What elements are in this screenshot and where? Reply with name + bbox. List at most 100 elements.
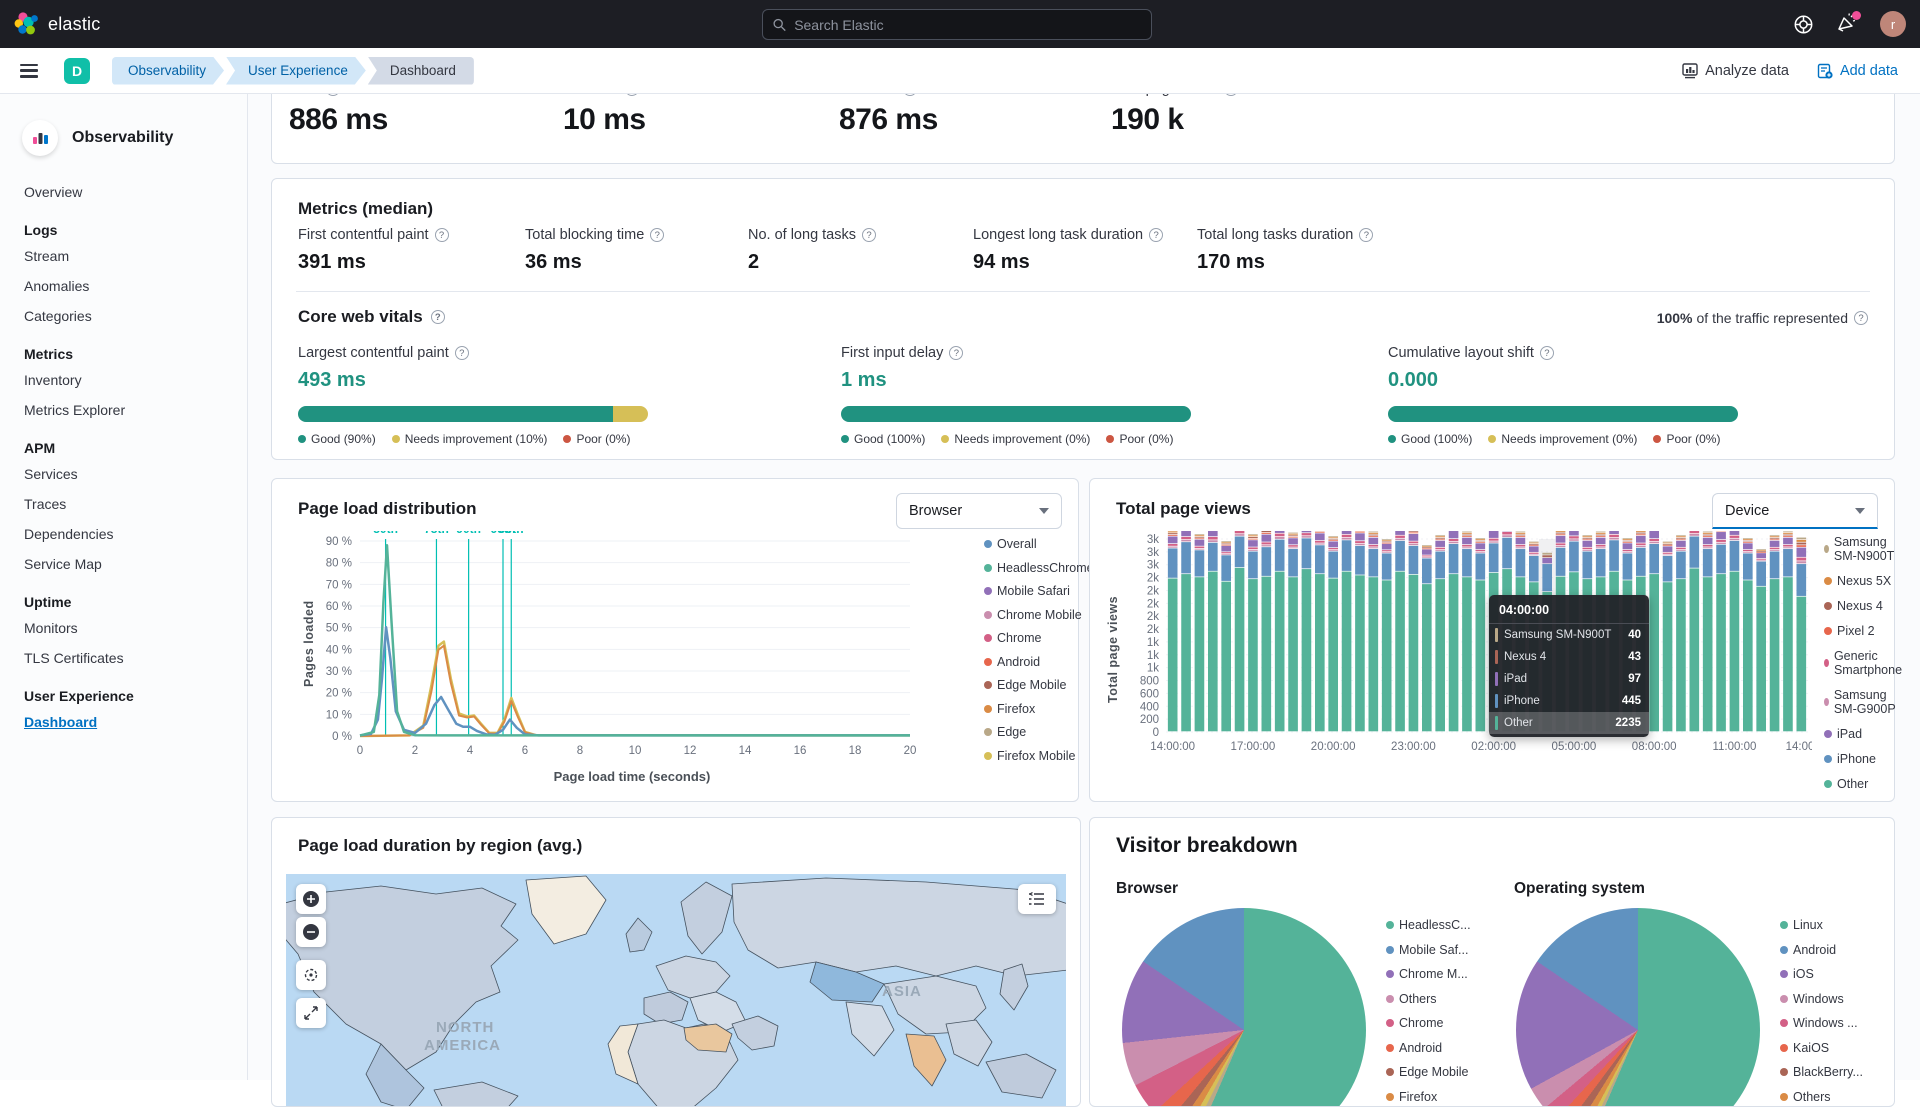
sidebar-item-overview[interactable]: Overview bbox=[24, 184, 247, 200]
map-expand-button[interactable] bbox=[296, 998, 326, 1028]
legend-item[interactable]: Edge Mobile bbox=[1386, 1065, 1471, 1079]
sidebar-item-stream[interactable]: Stream bbox=[24, 248, 247, 264]
legend-item[interactable]: Pixel 2 bbox=[1824, 624, 1905, 638]
elastic-logo[interactable]: elastic bbox=[0, 11, 100, 37]
sidebar-item-service-map[interactable]: Service Map bbox=[24, 556, 247, 572]
legend-item[interactable]: Samsung SM-N900T bbox=[1824, 535, 1905, 563]
legend-item[interactable]: iOS bbox=[1780, 967, 1863, 981]
breakdown-select-device[interactable]: Device bbox=[1712, 493, 1878, 529]
map-locate-button[interactable] bbox=[296, 960, 326, 990]
legend-item[interactable]: Windows bbox=[1780, 992, 1863, 1006]
sidebar-item-dependencies[interactable]: Dependencies bbox=[24, 526, 247, 542]
legend-item[interactable]: Firefox Mobile bbox=[984, 749, 1094, 763]
help-icon[interactable] bbox=[1792, 13, 1814, 35]
info-icon[interactable]: ? bbox=[1359, 228, 1373, 242]
bar-segment bbox=[1649, 531, 1659, 538]
bar-segment bbox=[1435, 539, 1445, 540]
info-icon[interactable]: ? bbox=[1540, 346, 1554, 360]
legend-item[interactable]: Linux bbox=[1780, 918, 1863, 932]
legend-item[interactable]: Others bbox=[1386, 992, 1471, 1006]
world-map[interactable]: NORTH AMERICA ASIA bbox=[286, 874, 1066, 1106]
sidebar-item-traces[interactable]: Traces bbox=[24, 496, 247, 512]
sidebar-item-metrics-explorer[interactable]: Metrics Explorer bbox=[24, 402, 247, 418]
legend-item[interactable]: Generic Smartphone bbox=[1824, 649, 1905, 677]
info-icon[interactable]: ? bbox=[455, 346, 469, 360]
info-icon[interactable]: ? bbox=[435, 228, 449, 242]
user-avatar[interactable]: r bbox=[1880, 11, 1906, 37]
vital-value: 0.000 bbox=[1388, 369, 1738, 392]
search-input[interactable] bbox=[794, 17, 1141, 33]
vital-bar bbox=[1388, 406, 1738, 422]
legend-item[interactable]: Samsung SM-G900P bbox=[1824, 688, 1905, 716]
analyze-data-button[interactable]: Analyze data bbox=[1682, 63, 1789, 79]
info-icon[interactable]: ? bbox=[949, 346, 963, 360]
legend-item[interactable]: Mobile Saf... bbox=[1386, 943, 1471, 957]
sidebar-item-anomalies[interactable]: Anomalies bbox=[24, 278, 247, 294]
bar-segment bbox=[1529, 543, 1539, 544]
tooltip-row: iPad97 bbox=[1489, 668, 1649, 690]
sidebar-item-tls-certificates[interactable]: TLS Certificates bbox=[24, 650, 247, 666]
info-icon[interactable]: ? bbox=[1854, 311, 1868, 325]
distribution-chart[interactable]: 0 %10 %20 %30 %40 %50 %60 %70 %80 %90 %0… bbox=[316, 531, 996, 761]
sidebar-item-dashboard[interactable]: Dashboard bbox=[24, 714, 247, 730]
legend-item[interactable]: Chrome bbox=[984, 631, 1094, 645]
map-zoom-in-button[interactable] bbox=[296, 884, 326, 914]
legend-item[interactable]: HeadlessC... bbox=[1386, 918, 1471, 932]
legend-item[interactable]: Nexus 5X bbox=[1824, 574, 1905, 588]
add-data-button[interactable]: Add data bbox=[1817, 63, 1898, 79]
map-layers-button[interactable] bbox=[1018, 884, 1056, 914]
bar-segment bbox=[1248, 550, 1258, 551]
legend-item[interactable]: Chrome Mobile bbox=[984, 608, 1094, 622]
legend-item[interactable]: Android bbox=[984, 655, 1094, 669]
legend-item[interactable]: Windows ... bbox=[1780, 1016, 1863, 1030]
legend-item[interactable]: Firefox bbox=[984, 702, 1094, 716]
map-zoom-out-button[interactable] bbox=[296, 917, 326, 947]
legend-item[interactable]: Others bbox=[1780, 1090, 1863, 1104]
bar-segment bbox=[1235, 534, 1245, 536]
legend-item[interactable]: Edge Mobile bbox=[984, 678, 1094, 692]
bar-segment bbox=[1556, 536, 1566, 543]
legend-item[interactable]: Nexus 4 bbox=[1824, 599, 1905, 613]
legend-item[interactable]: Android bbox=[1780, 943, 1863, 957]
vital-value: 1 ms bbox=[841, 369, 1191, 392]
breadcrumb-item[interactable]: User Experience bbox=[226, 57, 366, 85]
sidebar-item-services[interactable]: Services bbox=[24, 466, 247, 482]
legend-item[interactable]: HeadlessChrome bbox=[984, 561, 1094, 575]
tooltip-row: iPhone445 bbox=[1489, 690, 1649, 712]
sidebar-item-inventory[interactable]: Inventory bbox=[24, 372, 247, 388]
newsfeed-icon[interactable] bbox=[1836, 13, 1858, 35]
app-badge[interactable]: D bbox=[64, 58, 90, 84]
breakdown-select-browser[interactable]: Browser bbox=[896, 493, 1062, 529]
bar-segment bbox=[1797, 538, 1807, 540]
legend-item[interactable]: iPhone bbox=[1824, 752, 1905, 766]
legend-item[interactable]: Other bbox=[1824, 777, 1905, 791]
legend-item[interactable]: Edge bbox=[984, 725, 1094, 739]
legend-item[interactable]: Firefox bbox=[1386, 1090, 1471, 1104]
global-search[interactable] bbox=[762, 9, 1152, 40]
info-icon[interactable]: ? bbox=[862, 228, 876, 242]
bar-segment bbox=[1649, 574, 1659, 731]
info-icon[interactable]: ? bbox=[1149, 228, 1163, 242]
legend-item[interactable]: Chrome bbox=[1386, 1016, 1471, 1030]
sidebar-item-categories[interactable]: Categories bbox=[24, 308, 247, 324]
page-views-chart[interactable]: 3k3k3k2k2k2k2k2k1k1k1k800600400200014:00… bbox=[1120, 531, 1812, 761]
breadcrumb-item[interactable]: Observability bbox=[112, 57, 224, 85]
sidebar-item-monitors[interactable]: Monitors bbox=[24, 620, 247, 636]
menu-icon[interactable] bbox=[20, 64, 38, 78]
legend-item[interactable]: BlackBerry... bbox=[1780, 1065, 1863, 1079]
svg-text:99th: 99th bbox=[499, 531, 524, 536]
browser-pie-chart[interactable] bbox=[1122, 908, 1366, 1107]
legend-item[interactable]: KaiOS bbox=[1780, 1041, 1863, 1055]
bar-segment bbox=[1636, 546, 1646, 547]
info-icon[interactable]: ? bbox=[650, 228, 664, 242]
legend-item[interactable]: iPad bbox=[1824, 727, 1905, 741]
legend-item[interactable]: Android bbox=[1386, 1041, 1471, 1055]
svg-text:90 %: 90 % bbox=[326, 536, 352, 548]
legend-item[interactable]: Overall bbox=[984, 537, 1094, 551]
os-pie-chart[interactable] bbox=[1516, 908, 1760, 1107]
svg-text:3k: 3k bbox=[1147, 560, 1159, 572]
legend-item[interactable]: Chrome M... bbox=[1386, 967, 1471, 981]
bar-segment bbox=[1516, 535, 1526, 536]
info-icon[interactable]: ? bbox=[431, 310, 445, 324]
legend-item[interactable]: Mobile Safari bbox=[984, 584, 1094, 598]
